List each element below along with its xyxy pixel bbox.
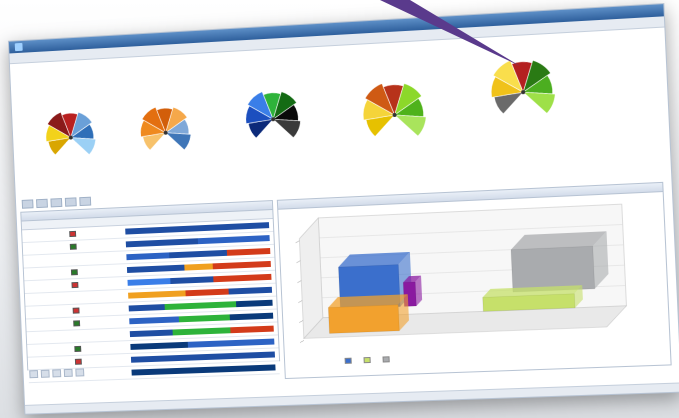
- callout-arrow-icon: [380, 0, 520, 66]
- callout-pointer: [380, 0, 520, 66]
